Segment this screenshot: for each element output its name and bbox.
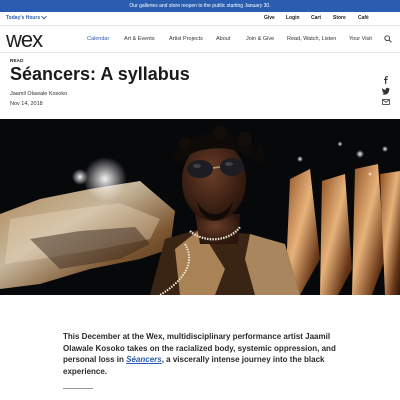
- cart-link[interactable]: Cart: [311, 15, 321, 21]
- divider: [63, 388, 93, 389]
- facebook-icon[interactable]: [382, 71, 390, 84]
- announcement-text: Our galleries and store reopen to the pu…: [129, 3, 271, 9]
- give-link[interactable]: Give: [264, 15, 275, 21]
- store-link[interactable]: Store: [333, 15, 346, 21]
- nav-item-art-events[interactable]: Art & Events: [124, 36, 155, 42]
- nav-item-your-visit[interactable]: Your Visit: [349, 36, 372, 42]
- todays-hours-label: Today's Hours: [6, 15, 41, 21]
- email-icon[interactable]: [382, 93, 390, 105]
- article-kicker: READ: [10, 58, 24, 63]
- article-date: Nov 14, 2018: [10, 101, 43, 107]
- cafe-link[interactable]: Café: [358, 15, 369, 21]
- nav-item-about[interactable]: About: [216, 36, 230, 42]
- twitter-icon[interactable]: [382, 82, 390, 95]
- utility-bar: Today's Hours Give Login Cart Store Café: [0, 12, 400, 25]
- wex-logo[interactable]: wex: [6, 27, 43, 53]
- search-icon[interactable]: [384, 35, 392, 43]
- chevron-down-icon: [41, 13, 48, 20]
- nav-item-read-watch-listen[interactable]: Read, Watch, Listen: [287, 36, 336, 42]
- announcement-bar: Our galleries and store reopen to the pu…: [0, 0, 400, 12]
- share-links: [382, 71, 390, 105]
- main-navigation: wex Calendar Art & Events Artist Project…: [0, 25, 400, 53]
- article-author: Jaamil Olawale Kosoko: [10, 91, 68, 97]
- page-title: Séancers: A syllabus: [10, 64, 190, 84]
- nav-item-calendar[interactable]: Calendar: [87, 36, 109, 42]
- nav-item-join-give[interactable]: Join & Give: [246, 36, 274, 42]
- nav-item-artist-projects[interactable]: Artist Projects: [169, 36, 203, 42]
- hero-photo-illustration: [0, 119, 400, 295]
- todays-hours-toggle[interactable]: Today's Hours: [6, 13, 48, 21]
- login-link[interactable]: Login: [286, 15, 300, 21]
- article-lede: This December at the Wex, multidisciplin…: [63, 331, 353, 377]
- seancers-link[interactable]: Séancers: [126, 355, 162, 364]
- hero-image: [0, 119, 400, 295]
